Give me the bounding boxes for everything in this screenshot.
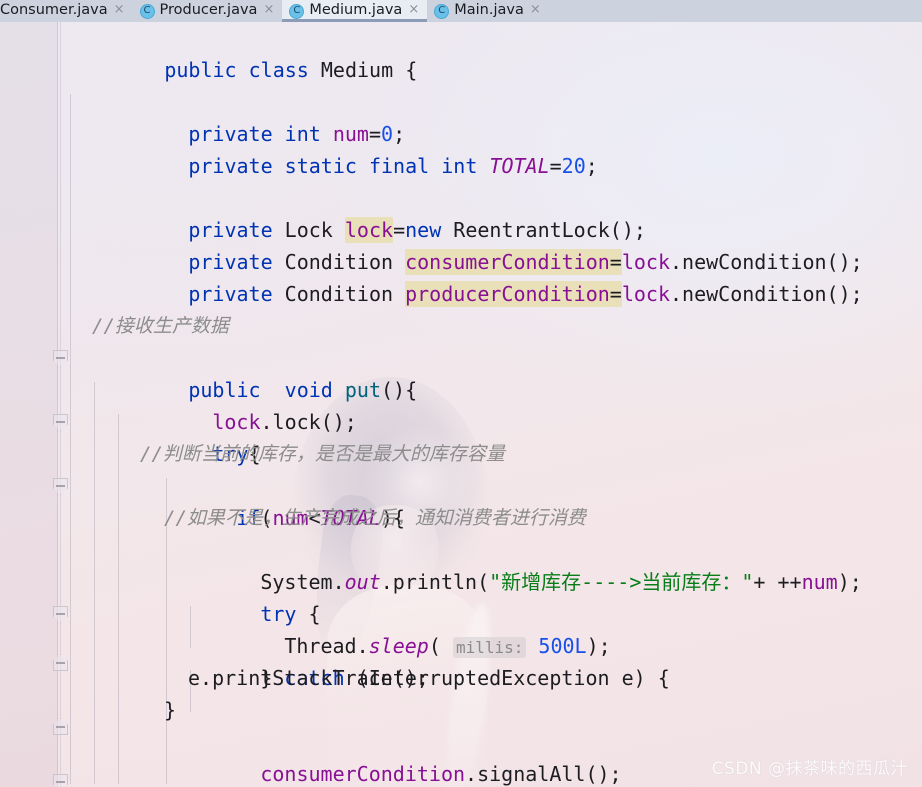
tab-consumer-java[interactable]: Consumer.java × [0, 0, 133, 22]
token-type-condition: Condition [284, 282, 394, 306]
code-line: if(num<TOTAL){ [140, 470, 405, 530]
token-field-out: out [344, 570, 381, 594]
editor-gutter[interactable] [0, 22, 58, 787]
code-line: consumerCondition.signalAll(); [164, 726, 621, 786]
code-line: try { [164, 566, 320, 626]
fold-marker-try-block[interactable] [53, 414, 68, 431]
fold-marker-catch-end[interactable] [53, 718, 68, 735]
java-class-icon [434, 3, 450, 19]
token-operator: = [549, 154, 562, 178]
token-keyword-final: final [368, 154, 430, 178]
token-string-literal: "新增库存---->当前库存：" [489, 570, 754, 594]
code-comment-check-stock: //判断当前的库存，是否是最大的库存容量 [140, 443, 505, 465]
token-field-lock: lock [621, 282, 671, 306]
code-line: System.out.println("新增库存---->当前库存："+ ++n… [164, 534, 861, 594]
token-keyword-class: class [248, 58, 309, 82]
tab-label: Consumer.java [0, 2, 108, 18]
fold-marker-else-block[interactable] [53, 774, 68, 787]
token-class-name: Medium [320, 58, 394, 82]
token-tail: (){ [381, 378, 418, 402]
code-line: } catch (InterruptedException e) { [164, 630, 669, 690]
token-keyword-private: private [188, 282, 273, 306]
code-line: Thread.sleep( millis: 500L); [188, 598, 611, 658]
indent-guide [94, 382, 95, 784]
code-line: private static final int TOTAL=20; [92, 118, 597, 178]
token-constant-total: TOTAL [489, 154, 550, 178]
token-semicolon: ; [585, 154, 598, 178]
code-line: public class Medium { [68, 22, 417, 82]
token-operator: + ++ [753, 570, 802, 594]
code-line: private int num=0; [92, 86, 405, 146]
code-line-close-brace: } [164, 698, 177, 722]
token-type-int: int [441, 154, 478, 178]
token-tail: ); [837, 570, 862, 594]
token-keyword-private: private [188, 154, 273, 178]
code-line: private Condition producerCondition=lock… [92, 246, 863, 307]
close-icon[interactable]: × [114, 0, 125, 20]
code-line: }else { [140, 758, 321, 787]
close-icon[interactable]: × [408, 0, 419, 20]
tab-label: Producer.java [159, 2, 258, 18]
fold-marker-if-block[interactable] [53, 478, 68, 495]
code-comment-notify-consumer: //如果不是，生产完成之后，通知消费者进行消费 [164, 507, 586, 529]
code-line: private Lock lock=new ReentrantLock(); [92, 182, 646, 243]
token-method-signalall: .signalAll(); [465, 762, 622, 786]
code-comment-receive-production-data: //接收生产数据 [92, 315, 229, 337]
token-method-call: .newCondition(); [670, 282, 863, 306]
java-class-icon [139, 3, 155, 19]
token-method-println: .println( [380, 570, 490, 594]
code-editor[interactable]: public class Medium { private int num=0;… [0, 22, 922, 787]
close-icon[interactable]: × [263, 0, 274, 20]
code-line: lock.lock(); [116, 374, 357, 434]
indent-guide [70, 94, 71, 784]
editor-tab-bar: Consumer.java × Producer.java × Medium.j… [0, 0, 922, 22]
token-method-call: .lock(); [260, 410, 357, 434]
fold-marker-inner-try[interactable] [53, 606, 68, 623]
token-number: 20 [561, 154, 586, 178]
code-text-area[interactable]: public class Medium { private int num=0;… [58, 22, 922, 787]
tab-main-java[interactable]: Main.java × [427, 0, 549, 22]
token-field-num: num [801, 570, 838, 594]
tab-label: Medium.java [309, 2, 403, 18]
tab-label: Main.java [454, 2, 524, 18]
token-dot: . [332, 570, 345, 594]
code-line: try{ [116, 406, 260, 466]
tab-medium-java[interactable]: Medium.java × [282, 0, 428, 22]
code-line: public void put(){ [92, 342, 417, 402]
token-keyword-static: static [284, 154, 357, 178]
code-line-printstacktrace: e.printStackTrace(); [188, 666, 429, 690]
token-keyword-public: public [164, 58, 237, 82]
fold-marker-put-method[interactable] [53, 350, 68, 367]
token-field-producercondition-highlighted: producerCondition [405, 281, 610, 307]
token-brace: { [405, 58, 418, 82]
token-operator: = [609, 281, 622, 307]
java-class-icon [289, 3, 305, 19]
close-icon[interactable]: × [530, 0, 541, 20]
tab-producer-java[interactable]: Producer.java × [133, 0, 283, 22]
code-line: private Condition consumerCondition=lock… [92, 214, 863, 275]
ide-window: Consumer.java × Producer.java × Medium.j… [0, 0, 922, 787]
fold-marker-catch-start[interactable] [53, 654, 68, 671]
